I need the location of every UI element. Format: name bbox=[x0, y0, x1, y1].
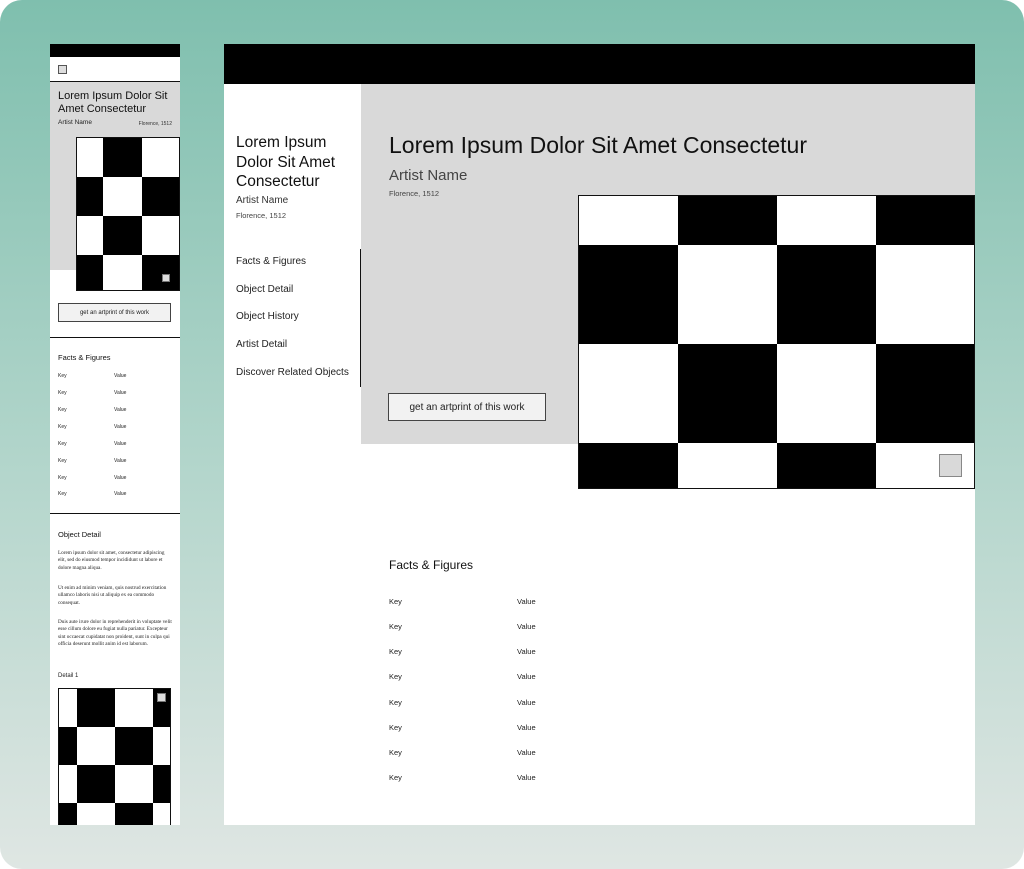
table-row: Key Value bbox=[58, 458, 168, 466]
desktop-top-bar bbox=[224, 44, 975, 84]
fact-value: Value bbox=[114, 475, 127, 481]
mobile-top-bar bbox=[50, 44, 180, 57]
fact-key: Key bbox=[389, 773, 402, 782]
sidebar-item-discover-related[interactable]: Discover Related Objects bbox=[224, 359, 361, 388]
sidebar-item-object-history[interactable]: Object History bbox=[224, 304, 361, 333]
mobile-facts-title: Facts & Figures bbox=[58, 353, 111, 362]
mobile-artwork-title: Lorem Ipsum Dolor Sit Amet Consectetur bbox=[58, 90, 168, 115]
fact-key: Key bbox=[389, 647, 402, 656]
table-row: Key Value bbox=[389, 748, 689, 760]
fact-key: Key bbox=[389, 723, 402, 732]
fact-value: Value bbox=[517, 597, 536, 606]
fact-value: Value bbox=[114, 491, 127, 497]
sidebar-item-facts-figures[interactable]: Facts & Figures bbox=[224, 249, 361, 277]
fact-value: Value bbox=[114, 424, 127, 430]
fact-key: Key bbox=[389, 672, 402, 681]
fact-value: Value bbox=[517, 622, 536, 631]
fact-value: Value bbox=[114, 373, 127, 379]
fact-value: Value bbox=[517, 723, 536, 732]
fact-value: Value bbox=[114, 441, 127, 447]
sidebar-item-artist-detail[interactable]: Artist Detail bbox=[224, 332, 361, 360]
zoom-square-icon[interactable] bbox=[162, 274, 170, 282]
fact-key: Key bbox=[58, 491, 67, 497]
page-title: Lorem Ipsum Dolor Sit Amet Consectetur bbox=[389, 132, 807, 158]
detail-image[interactable] bbox=[58, 688, 171, 825]
mobile-frame: Lorem Ipsum Dolor Sit Amet Consectetur A… bbox=[50, 44, 180, 825]
table-row: Key Value bbox=[389, 723, 689, 735]
desktop-frame: Lorem Ipsum Dolor Sit Amet Consectetur A… bbox=[224, 44, 975, 825]
fact-key: Key bbox=[58, 475, 67, 481]
table-row: Key Value bbox=[389, 647, 689, 659]
artwork-image[interactable] bbox=[578, 195, 975, 489]
fact-key: Key bbox=[389, 597, 402, 606]
mobile-place-date: Florence, 1512 bbox=[138, 121, 172, 127]
fact-key: Key bbox=[58, 390, 67, 396]
table-row: Key Value bbox=[58, 441, 168, 449]
mobile-nav-bar bbox=[50, 57, 180, 82]
fact-value: Value bbox=[114, 458, 127, 464]
table-row: Key Value bbox=[58, 373, 168, 381]
fact-key: Key bbox=[58, 458, 67, 464]
table-row: Key Value bbox=[389, 698, 689, 710]
fact-key: Key bbox=[389, 622, 402, 631]
artist-name: Artist Name bbox=[389, 167, 468, 184]
table-row: Key Value bbox=[389, 773, 689, 785]
zoom-square-icon[interactable] bbox=[157, 693, 166, 702]
menu-square-icon[interactable] bbox=[58, 65, 67, 74]
fact-key: Key bbox=[389, 698, 402, 707]
table-row: Key Value bbox=[389, 672, 689, 684]
zoom-square-icon[interactable] bbox=[939, 454, 962, 477]
mobile-artist-name: Artist Name bbox=[58, 119, 92, 126]
divider bbox=[50, 337, 180, 338]
table-row: Key Value bbox=[58, 424, 168, 432]
fact-key: Key bbox=[58, 373, 67, 379]
fact-value: Value bbox=[517, 773, 536, 782]
table-row: Key Value bbox=[58, 491, 168, 499]
place-date: Florence, 1512 bbox=[389, 189, 440, 198]
sidebar-artist-name: Artist Name bbox=[236, 195, 289, 206]
fact-key: Key bbox=[58, 407, 67, 413]
table-row: Key Value bbox=[58, 407, 168, 415]
object-detail-paragraph: Lorem ipsum dolor sit amet, consectetur … bbox=[58, 550, 165, 571]
fact-key: Key bbox=[58, 424, 67, 430]
mobile-artprint-button[interactable]: get an artprint of this work bbox=[58, 303, 171, 322]
artprint-button[interactable]: get an artprint of this work bbox=[388, 393, 546, 421]
mobile-object-detail-title: Object Detail bbox=[58, 530, 101, 539]
object-detail-paragraph: Ut enim ad minim veniam, quis nostrud ex… bbox=[58, 585, 167, 606]
table-row: Key Value bbox=[389, 622, 689, 634]
table-row: Key Value bbox=[58, 390, 168, 398]
divider bbox=[50, 513, 180, 514]
fact-value: Value bbox=[517, 672, 536, 681]
fact-value: Value bbox=[114, 407, 127, 413]
fact-value: Value bbox=[114, 390, 127, 396]
sidebar-nav: Facts & Figures Object Detail Object His… bbox=[224, 249, 361, 388]
sidebar-place-date: Florence, 1512 bbox=[236, 211, 287, 220]
fact-key: Key bbox=[389, 748, 402, 757]
detail-label: Detail 1 bbox=[58, 673, 79, 679]
fact-key: Key bbox=[58, 441, 67, 447]
object-detail-paragraph: Duis aute irure dolor in reprehenderit i… bbox=[58, 619, 172, 648]
table-row: Key Value bbox=[389, 597, 689, 609]
table-row: Key Value bbox=[58, 475, 168, 483]
fact-value: Value bbox=[517, 748, 536, 757]
mobile-artwork-image[interactable] bbox=[76, 137, 180, 291]
fact-value: Value bbox=[517, 647, 536, 656]
fact-value: Value bbox=[517, 698, 536, 707]
facts-title: Facts & Figures bbox=[389, 558, 474, 572]
sidebar-title: Lorem Ipsum Dolor Sit Amet Consectetur bbox=[236, 134, 336, 190]
sidebar-item-object-detail[interactable]: Object Detail bbox=[224, 276, 361, 305]
